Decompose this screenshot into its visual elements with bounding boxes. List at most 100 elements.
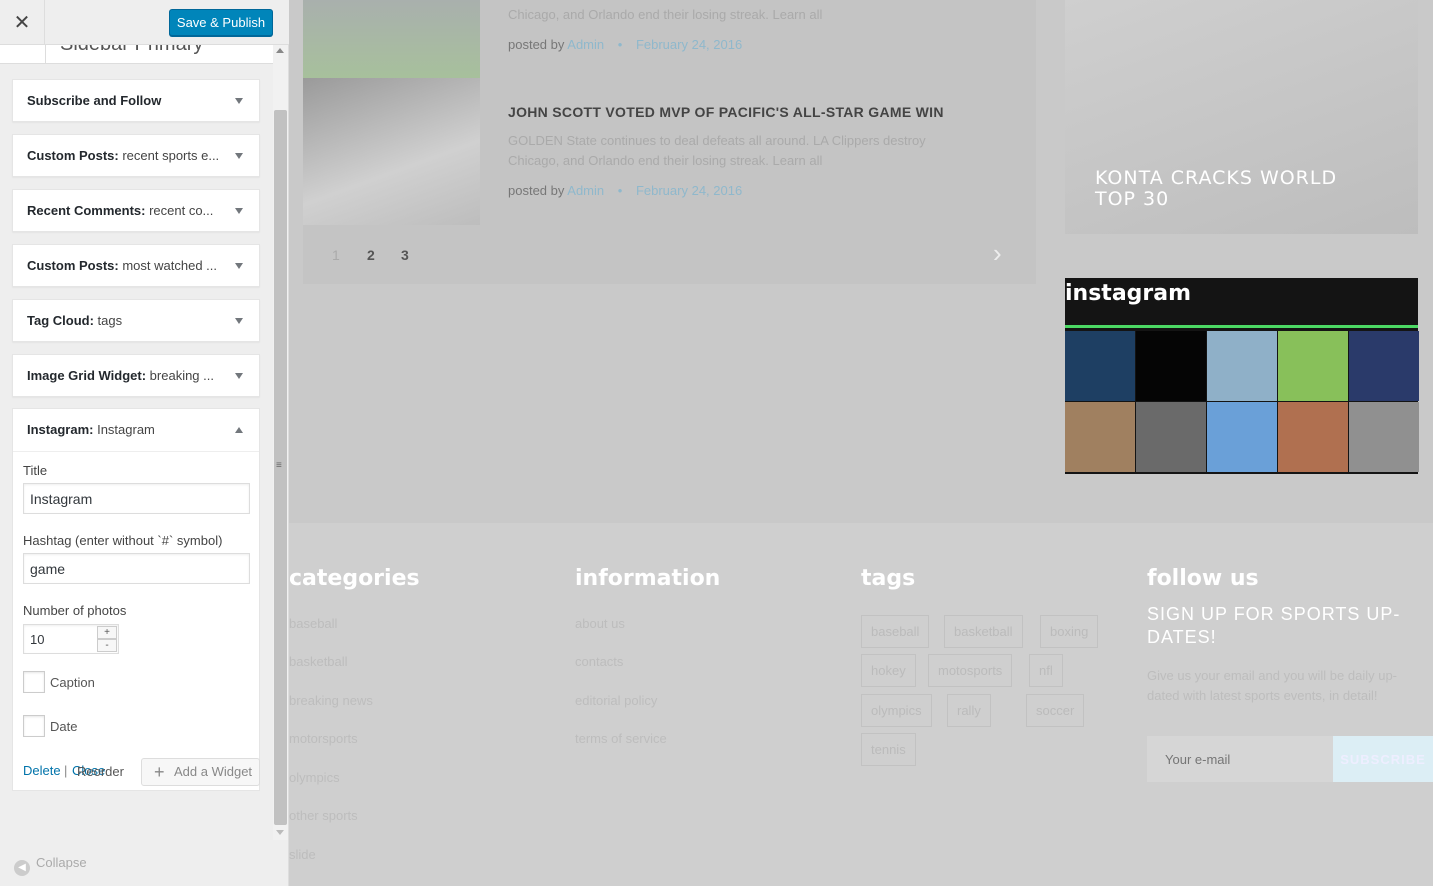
instagram-photo-warcraft-book[interactable] xyxy=(1136,402,1206,472)
instagram-photo-baby[interactable] xyxy=(1065,402,1135,472)
resize-handle-icon[interactable]: ≡ xyxy=(276,460,282,471)
date-link[interactable]: February 24, 2016 xyxy=(636,37,742,52)
caption-checkbox[interactable] xyxy=(23,671,45,693)
tags-heading: tags xyxy=(861,566,916,591)
photos-value: 10 xyxy=(30,632,45,647)
instagram-divider xyxy=(1065,325,1418,328)
post-thumbnail-hockey[interactable] xyxy=(303,78,480,225)
info-link[interactable]: terms of service xyxy=(575,731,667,746)
chevron-down-icon[interactable] xyxy=(235,153,243,159)
widget-instagram-header[interactable]: Instagram: Instagram xyxy=(13,409,259,452)
email-input[interactable] xyxy=(1147,736,1333,782)
tag-link[interactable]: motosports xyxy=(928,654,1013,687)
info-link[interactable]: about us xyxy=(575,616,625,631)
instagram-photo-grenade-art[interactable] xyxy=(1278,402,1348,472)
page-2[interactable]: 2 xyxy=(367,247,375,263)
instagram-photo-green-game[interactable] xyxy=(1278,331,1348,401)
widget-title: Custom Posts: recent sports e... xyxy=(27,148,220,163)
scroll-up-icon[interactable] xyxy=(276,48,284,53)
collapse-button[interactable]: ◀ Collapse xyxy=(14,855,87,876)
collapse-icon: ◀ xyxy=(14,860,30,876)
photos-number-input[interactable]: 10 + - xyxy=(23,624,119,654)
category-link[interactable]: slide xyxy=(289,847,316,862)
scroll-down-icon[interactable] xyxy=(276,830,284,835)
chevron-down-icon[interactable] xyxy=(235,208,243,214)
save-publish-button[interactable]: Save & Publish xyxy=(169,9,273,36)
sidebar-scrollbar[interactable] xyxy=(273,45,288,840)
photos-label: Number of photos xyxy=(23,603,127,618)
tag-link[interactable]: soccer xyxy=(1026,694,1085,727)
category-link[interactable]: motorsports xyxy=(289,731,358,746)
widget-tag-cloud[interactable]: Tag Cloud: tags xyxy=(12,299,260,342)
instagram-photo-skydiver[interactable] xyxy=(1207,331,1277,401)
category-link[interactable]: breaking news xyxy=(289,693,373,708)
add-widget-button[interactable]: + Add a Widget xyxy=(141,758,260,786)
tag-link[interactable]: olympics xyxy=(861,694,932,727)
featured-post[interactable]: KONTA CRACKS WORLD TOP 30 xyxy=(1065,0,1418,234)
widget-title: Recent Comments: recent co... xyxy=(27,203,214,218)
category-link[interactable]: olympics xyxy=(289,770,340,785)
page-1[interactable]: 1 xyxy=(332,247,340,263)
widget-recent-comments[interactable]: Recent Comments: recent co... xyxy=(12,189,260,232)
widget-title: Image Grid Widget: breaking ... xyxy=(27,368,214,383)
instagram-photo-dark-blue-figure[interactable] xyxy=(1065,331,1135,401)
tag-link[interactable]: rally xyxy=(947,694,991,727)
tag-link[interactable]: nfl xyxy=(1029,654,1063,687)
date-label: Date xyxy=(50,719,78,734)
reorder-link[interactable]: Reorder xyxy=(77,764,124,779)
chevron-down-icon[interactable] xyxy=(235,98,243,104)
instagram-photo-bird-sketch[interactable] xyxy=(1349,402,1419,472)
tag-link[interactable]: tennis xyxy=(861,733,916,766)
info-link[interactable]: editorial policy xyxy=(575,693,657,708)
instagram-photo-minecraft[interactable] xyxy=(1207,402,1277,472)
tag-link[interactable]: boxing xyxy=(1040,615,1099,648)
title-label: Title xyxy=(23,463,48,478)
collapse-label: Collapse xyxy=(36,855,87,870)
post-thumbnail-football[interactable] xyxy=(303,0,480,78)
back-button[interactable] xyxy=(0,45,46,64)
category-link[interactable]: baseball xyxy=(289,616,337,631)
subscribe-button[interactable]: SUBSCRIBE xyxy=(1333,736,1433,782)
tag-link[interactable]: baseball xyxy=(861,615,930,648)
tag-link[interactable]: hokey xyxy=(861,654,916,687)
category-link[interactable]: basketball xyxy=(289,654,348,669)
widget-subscribe-follow[interactable]: Subscribe and Follow xyxy=(12,79,260,122)
post-title[interactable]: JOHN SCOTT VOTED MVP OF PACIFIC'S ALL-ST… xyxy=(508,104,944,120)
info-link[interactable]: contacts xyxy=(575,654,623,669)
widget-title: Custom Posts: most watched ... xyxy=(27,258,217,273)
decrement-icon[interactable]: - xyxy=(97,639,117,652)
chevron-down-icon[interactable] xyxy=(235,373,243,379)
customizer-header: ✕ Save & Publish xyxy=(0,0,289,45)
signup-heading: SIGN UP FOR SPORTS UP-DATES! xyxy=(1147,604,1401,647)
widget-image-grid[interactable]: Image Grid Widget: breaking ... xyxy=(12,354,260,397)
title-input[interactable] xyxy=(23,483,250,514)
close-customizer-button[interactable]: ✕ xyxy=(0,0,45,45)
date-link[interactable]: February 24, 2016 xyxy=(636,183,742,198)
instagram-photo-black[interactable] xyxy=(1136,331,1206,401)
widget-custom-posts-most-watched[interactable]: Custom Posts: most watched ... xyxy=(12,244,260,287)
post-excerpt: Chicago, and Orlando end their losing st… xyxy=(508,7,823,22)
chevron-down-icon[interactable] xyxy=(235,318,243,324)
author-link[interactable]: Admin xyxy=(567,37,604,52)
customizer-sidebar: ✕ Save & Publish Sidebar Primary Subscri… xyxy=(0,0,289,886)
post-meta: posted by Admin • February 24, 2016 xyxy=(508,183,743,198)
hashtag-input[interactable] xyxy=(23,553,250,584)
delete-widget-link[interactable]: Delete xyxy=(23,763,61,778)
increment-icon[interactable]: + xyxy=(97,626,117,639)
instagram-widget-preview: instagram xyxy=(1065,278,1419,474)
post-meta: posted by Admin • February 24, 2016 xyxy=(508,37,743,52)
next-page-icon[interactable]: › xyxy=(993,238,1002,269)
widget-title: Tag Cloud: tags xyxy=(27,313,123,328)
widget-custom-posts-recent[interactable]: Custom Posts: recent sports e... xyxy=(12,134,260,177)
hashtag-label: Hashtag (enter without `#` symbol) xyxy=(23,533,223,548)
page-3[interactable]: 3 xyxy=(401,247,409,263)
link-separator: | xyxy=(64,763,68,778)
information-heading: information xyxy=(575,566,721,591)
instagram-photo-crowd[interactable] xyxy=(1349,331,1419,401)
tag-link[interactable]: basketball xyxy=(944,615,1023,648)
date-checkbox[interactable] xyxy=(23,715,45,737)
chevron-down-icon[interactable] xyxy=(235,263,243,269)
author-link[interactable]: Admin xyxy=(567,183,604,198)
chevron-up-icon[interactable] xyxy=(235,427,243,433)
category-link[interactable]: other sports xyxy=(289,808,358,823)
